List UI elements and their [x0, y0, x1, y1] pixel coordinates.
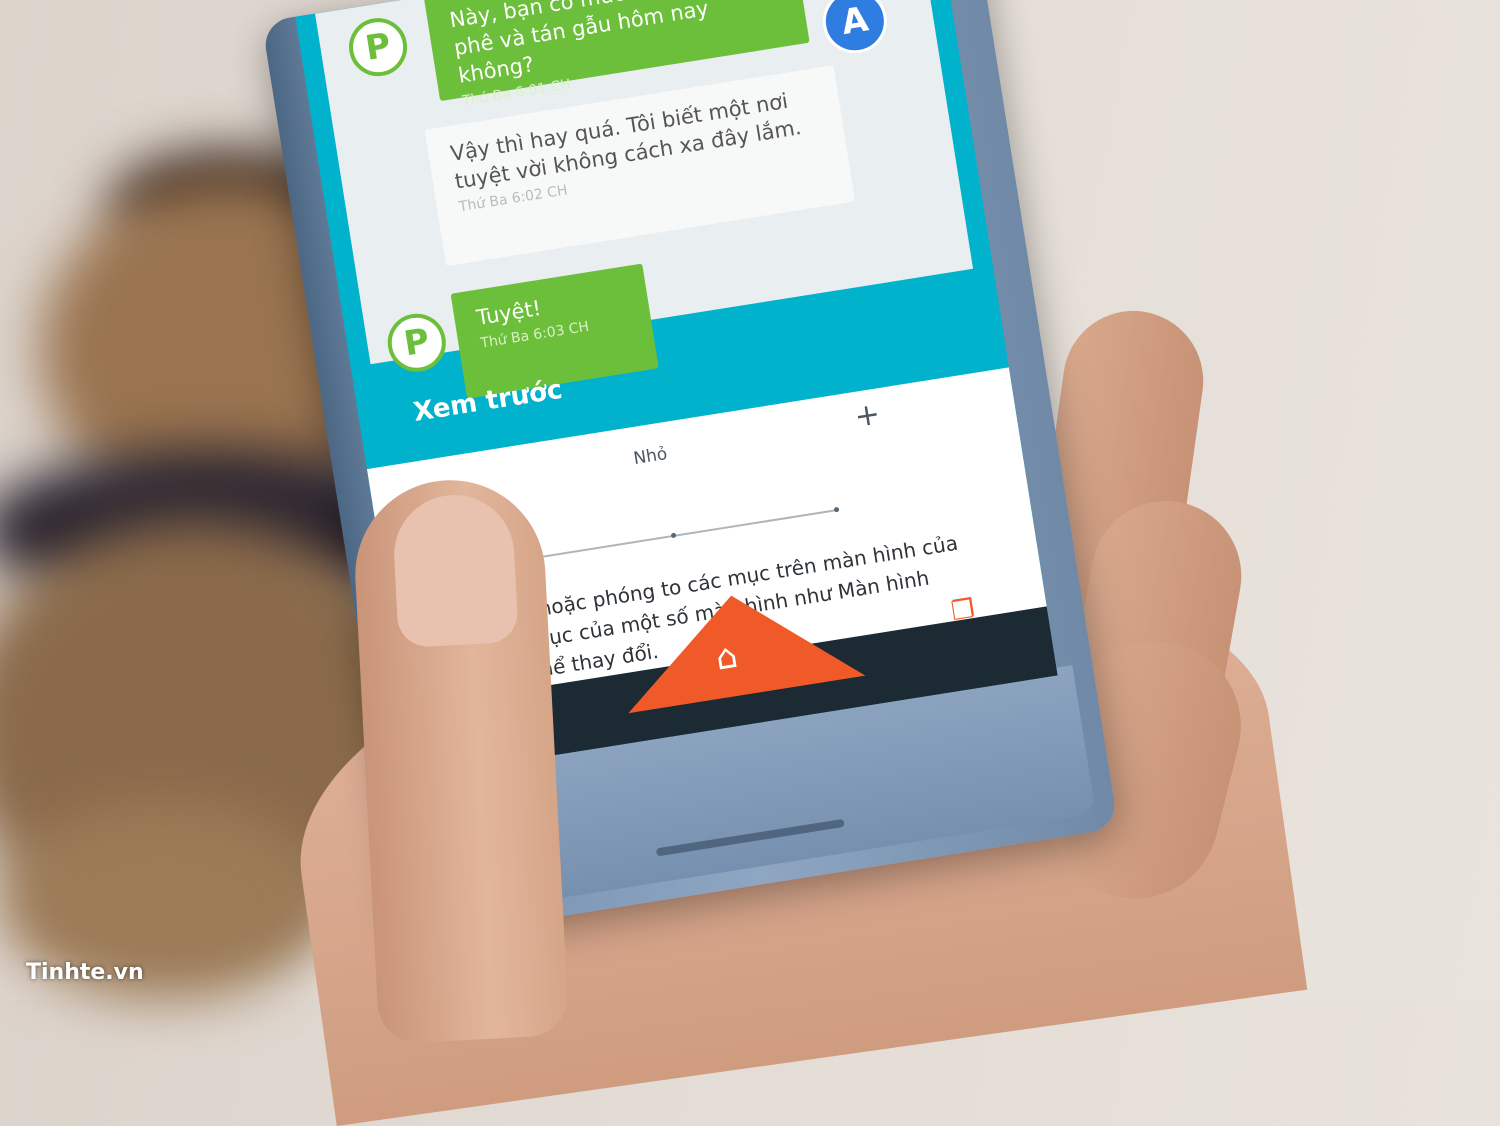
increase-size-button[interactable]: +	[852, 396, 882, 435]
avatar-a: A	[818, 0, 892, 58]
display-size-label: Nhỏ	[632, 444, 669, 470]
slider-tick	[670, 532, 677, 539]
avatar-p: P	[344, 13, 412, 81]
slider-tick	[833, 506, 840, 513]
thumb-nail	[391, 491, 519, 649]
avatar-p: P	[383, 309, 450, 376]
recents-icon[interactable]: ❐	[949, 594, 977, 627]
chat-preview-panel: P Này, bạn có muốn đi uống cà phê và tán…	[315, 0, 974, 399]
watermark: Tinhte.vn	[26, 960, 144, 985]
